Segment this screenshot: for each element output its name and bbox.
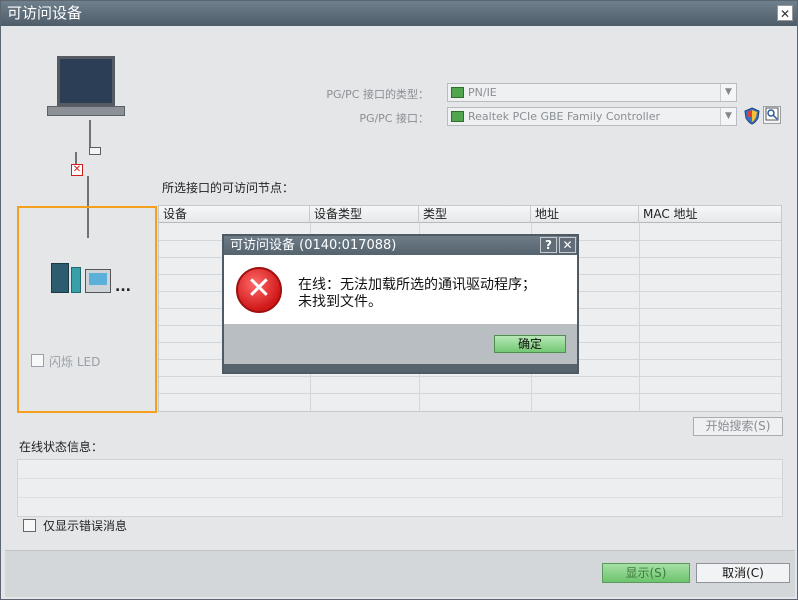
only-errors-checkbox[interactable]: [23, 519, 36, 532]
only-errors-label: 仅显示错误消息: [43, 519, 128, 533]
flash-led-label: 闪烁 LED: [49, 355, 101, 369]
ok-button[interactable]: 确定: [494, 335, 566, 353]
error-dialog-footer: 确定: [224, 324, 577, 372]
accessible-devices-window: 可访问设备 ✕ PG/PC 接口的类型： PN/IE ▼ PG/PC 接口： R…: [0, 0, 798, 600]
close-icon[interactable]: ✕: [559, 237, 576, 253]
online-status-label: 在线状态信息：: [19, 440, 104, 454]
cable-line: [89, 120, 91, 148]
column-header-type[interactable]: 类型: [419, 206, 531, 223]
target-device-box: ... 闪烁 LED: [17, 206, 157, 413]
error-message-line1: 在线：无法加载所选的通讯驱动程序；: [298, 277, 536, 293]
error-message: 在线：无法加载所选的通讯驱动程序； 未找到文件。: [298, 277, 536, 311]
help-icon[interactable]: ?: [540, 237, 557, 253]
interface-value: Realtek PCIe GBE Family Controller: [468, 110, 661, 123]
plug-icon: [89, 147, 101, 155]
dialog-footer: 显示(S) 取消(C): [5, 550, 795, 597]
network-icon: [451, 87, 464, 98]
column-header-address[interactable]: 地址: [531, 206, 639, 223]
show-button[interactable]: 显示(S): [602, 563, 690, 583]
cancel-button[interactable]: 取消(C): [696, 563, 790, 583]
shield-icon[interactable]: [743, 107, 761, 125]
window-titlebar: 可访问设备 ✕: [1, 1, 797, 26]
error-dialog: 可访问设备 (0140:017088) ? ✕ ✕ 在线：无法加载所选的通讯驱动…: [222, 234, 579, 374]
cable-line: [75, 152, 77, 164]
chevron-down-icon[interactable]: ▼: [720, 84, 736, 101]
interface-type-value: PN/IE: [468, 86, 497, 99]
properties-icon[interactable]: [763, 106, 781, 124]
interface-type-combo[interactable]: PN/IE ▼: [447, 83, 737, 102]
column-header-device-type[interactable]: 设备类型: [310, 206, 419, 223]
online-status-list: [17, 459, 783, 517]
column-header-mac[interactable]: MAC 地址: [639, 206, 781, 223]
interface-combo[interactable]: Realtek PCIe GBE Family Controller ▼: [447, 107, 737, 126]
column-header-device[interactable]: 设备: [159, 206, 310, 223]
chevron-down-icon[interactable]: ▼: [720, 108, 736, 125]
window-close-icon[interactable]: ✕: [777, 5, 793, 21]
error-dialog-titlebar: 可访问设备 (0140:017088) ? ✕: [224, 236, 577, 255]
disconnected-icon: ✕: [71, 164, 83, 176]
start-search-button[interactable]: 开始搜索(S): [693, 417, 783, 436]
accessible-nodes-label: 所选接口的可访问节点：: [162, 181, 295, 195]
table-header: 设备 设备类型 类型 地址 MAC 地址: [159, 206, 781, 223]
error-icon: ✕: [236, 267, 282, 313]
error-dialog-body: ✕ 在线：无法加载所选的通讯驱动程序； 未找到文件。: [224, 255, 577, 324]
interface-label: PG/PC 接口：: [359, 112, 429, 125]
error-dialog-title: 可访问设备 (0140:017088): [230, 238, 397, 253]
window-title: 可访问设备: [7, 4, 83, 22]
interface-type-label: PG/PC 接口的类型：: [326, 88, 429, 101]
laptop-icon: [45, 56, 129, 120]
network-card-icon: [451, 111, 464, 122]
error-message-line2: 未找到文件。: [298, 294, 382, 310]
flash-led-checkbox[interactable]: [31, 354, 44, 367]
plc-device-icon: ...: [51, 263, 131, 297]
